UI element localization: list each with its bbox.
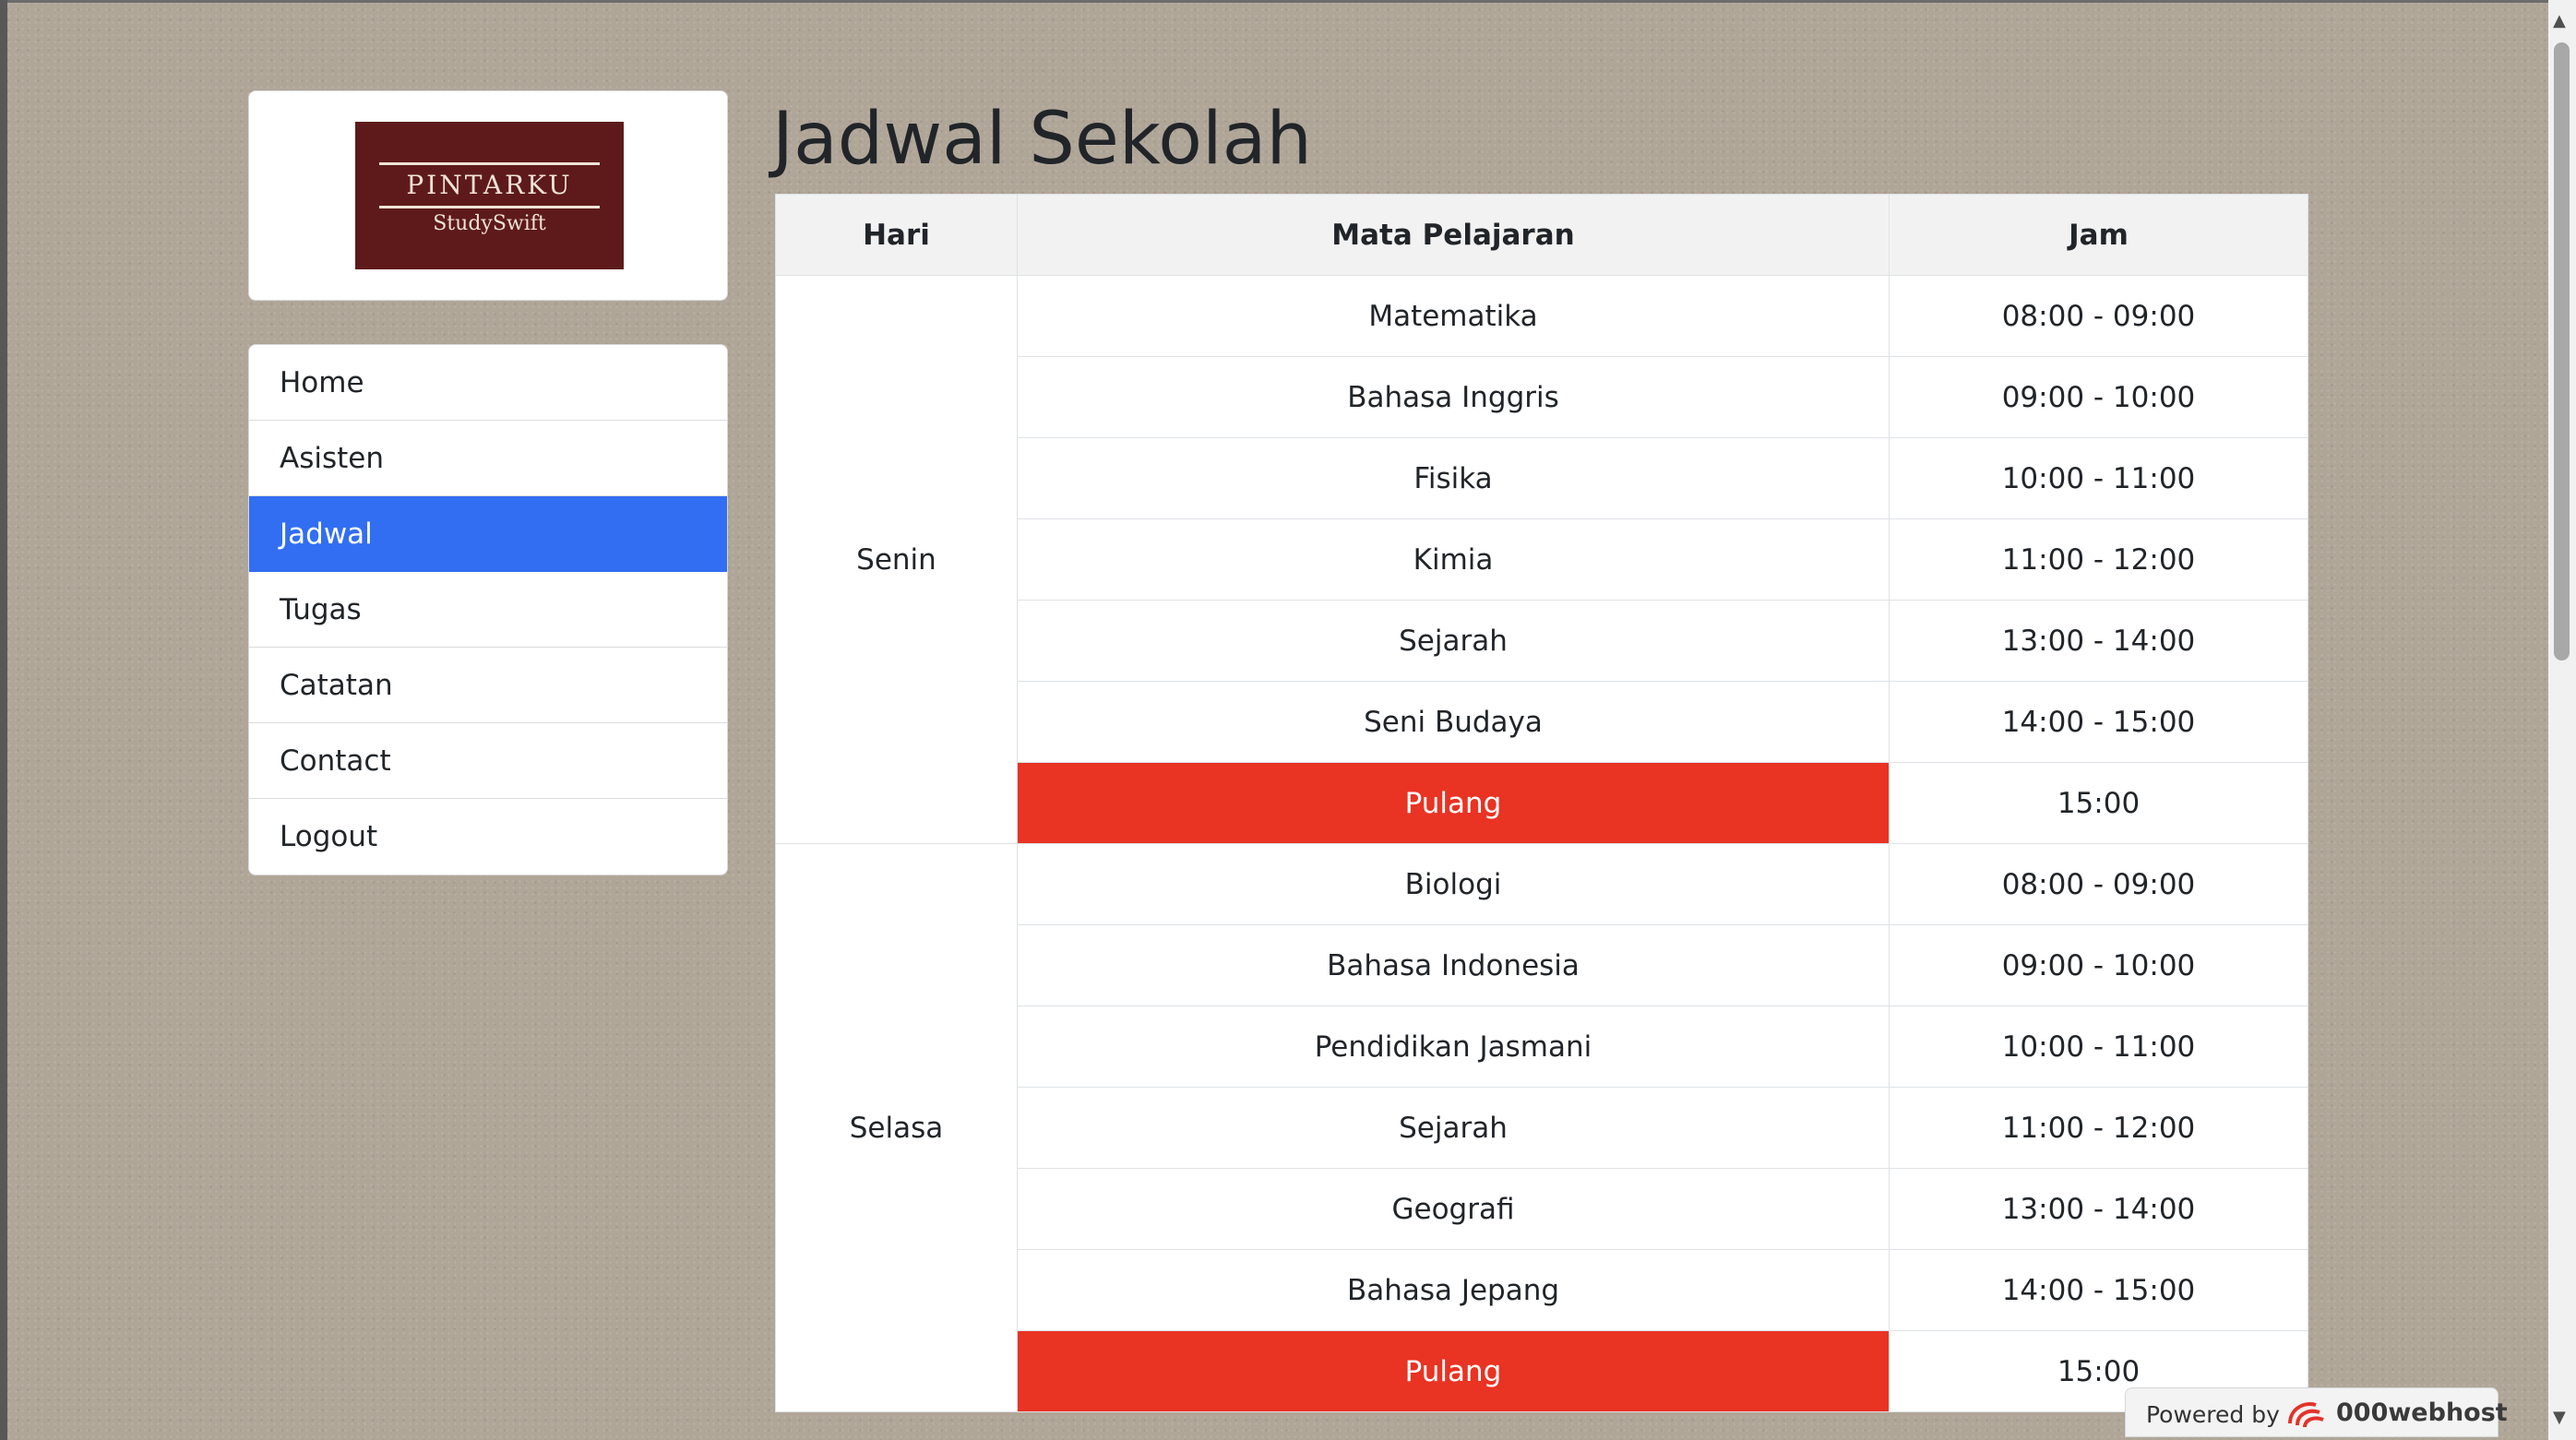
sidebar-item-catatan[interactable]: Catatan <box>249 648 727 723</box>
page-title: Jadwal Sekolah <box>772 98 1312 181</box>
logo-divider-top <box>379 162 600 165</box>
badge-brand: 000webhost <box>2336 1398 2508 1427</box>
time-cell: 10:00 - 11:00 <box>1889 437 2308 519</box>
sidebar-item-logout[interactable]: Logout <box>249 799 727 875</box>
subject-cell: Seni Budaya <box>1017 681 1890 763</box>
subject-cell: Bahasa Jepang <box>1017 1249 1890 1331</box>
logo-card: PINTARKU StudySwift <box>248 90 728 301</box>
subject-cell: Geografi <box>1017 1168 1890 1250</box>
sidebar-item-contact[interactable]: Contact <box>249 723 727 799</box>
subject-cell: Sejarah <box>1017 1087 1890 1169</box>
scroll-down-arrow-icon[interactable]: ▼ <box>2553 1408 2566 1427</box>
brand-logo[interactable]: PINTARKU StudySwift <box>355 122 624 269</box>
logo-title: PINTARKU <box>406 170 573 200</box>
time-cell: 15:00 <box>1889 762 2308 844</box>
schedule-table: Hari Mata Pelajaran Jam Senin Matematika… <box>775 194 2308 1412</box>
table-header-row: Hari Mata Pelajaran Jam <box>775 194 2308 276</box>
pulang-cell: Pulang <box>1017 762 1890 844</box>
day-cell-selasa: Selasa <box>775 843 1018 1412</box>
scroll-up-arrow-icon[interactable]: ▲ <box>2553 11 2566 30</box>
subject-cell: Pendidikan Jasmani <box>1017 1006 1890 1088</box>
time-cell: 13:00 - 14:00 <box>1889 1168 2308 1250</box>
logo-subtitle: StudySwift <box>433 212 546 235</box>
table-row: Senin Matematika 08:00 - 09:00 <box>775 275 2308 844</box>
time-cell: 11:00 - 12:00 <box>1889 518 2308 601</box>
time-cell: 10:00 - 11:00 <box>1889 1006 2308 1088</box>
powered-by-badge[interactable]: Powered by 000webhost <box>2125 1387 2508 1437</box>
subject-cell: Biologi <box>1017 843 1890 925</box>
subject-cell: Kimia <box>1017 518 1890 601</box>
time-cell: 08:00 - 09:00 <box>1889 275 2308 357</box>
subject-cell: Bahasa Indonesia <box>1017 924 1890 1006</box>
vertical-scrollbar[interactable]: ▲ ▼ <box>2548 0 2576 1440</box>
time-cell: 14:00 - 15:00 <box>1889 1249 2308 1331</box>
time-cell: 09:00 - 10:00 <box>1889 924 2308 1006</box>
subject-cell: Fisika <box>1017 437 1890 519</box>
logo-divider-bottom <box>379 206 600 208</box>
scroll-thumb[interactable] <box>2554 42 2570 660</box>
header-mata-pelajaran: Mata Pelajaran <box>1017 194 1890 276</box>
subject-cell: Sejarah <box>1017 600 1890 682</box>
time-cell: 14:00 - 15:00 <box>1889 681 2308 763</box>
window-top-edge <box>0 0 2576 3</box>
sidebar-item-jadwal[interactable]: Jadwal <box>249 496 727 572</box>
sidebar-item-home[interactable]: Home <box>249 345 727 421</box>
sidebar-item-tugas[interactable]: Tugas <box>249 572 727 648</box>
table-row: Selasa Biologi 08:00 - 09:00 <box>775 843 2308 1412</box>
time-cell: 09:00 - 10:00 <box>1889 356 2308 438</box>
header-jam: Jam <box>1889 194 2308 276</box>
sidebar-nav: Home Asisten Jadwal Tugas Catatan Contac… <box>248 344 728 875</box>
day-cell-senin: Senin <box>775 275 1018 844</box>
subject-cell: Matematika <box>1017 275 1890 357</box>
time-cell: 08:00 - 09:00 <box>1889 843 2308 925</box>
header-hari: Hari <box>775 194 1018 276</box>
time-cell: 13:00 - 14:00 <box>1889 600 2308 682</box>
window-left-edge <box>0 0 7 1440</box>
badge-label: Powered by <box>2146 1401 2280 1428</box>
pulang-cell: Pulang <box>1017 1330 1890 1412</box>
sidebar-item-asisten[interactable]: Asisten <box>249 421 727 496</box>
webhost-logo-icon <box>2288 1402 2324 1428</box>
subject-cell: Bahasa Inggris <box>1017 356 1890 438</box>
time-cell: 11:00 - 12:00 <box>1889 1087 2308 1169</box>
